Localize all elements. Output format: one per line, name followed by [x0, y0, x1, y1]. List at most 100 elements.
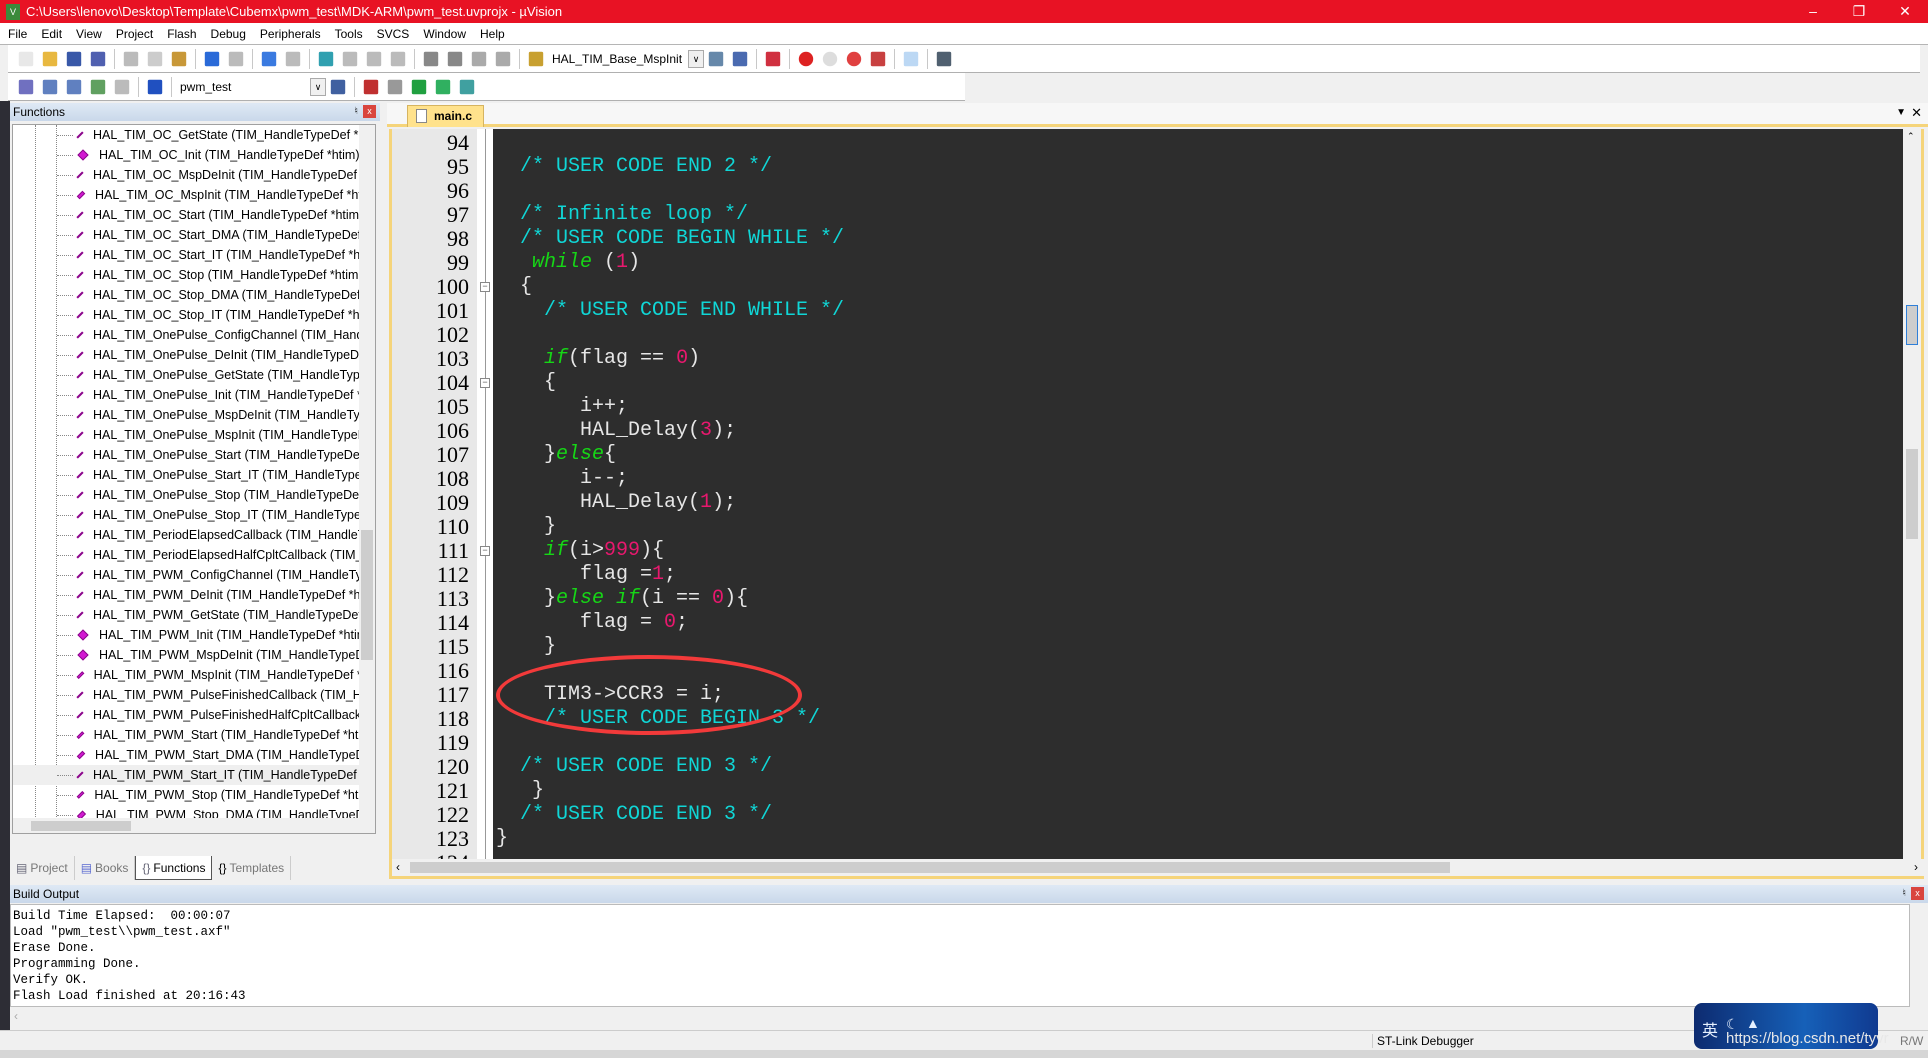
scroll-thumb[interactable]	[1906, 305, 1918, 345]
function-item[interactable]: HAL_TIM_OnePulse_Init (TIM_HandleTypeDef…	[13, 385, 375, 405]
configure-icon[interactable]	[936, 51, 952, 66]
manage-components-icon[interactable]	[387, 79, 403, 94]
function-item[interactable]: HAL_TIM_OnePulse_MspDeInit (TIM_HandleTy…	[13, 405, 375, 425]
function-item[interactable]: HAL_TIM_OnePulse_DeInit (TIM_HandleTypeD…	[13, 345, 375, 365]
redo-icon[interactable]	[228, 51, 244, 66]
comment-icon[interactable]	[471, 51, 487, 66]
restore-button[interactable]: ❐	[1836, 0, 1882, 23]
download-icon[interactable]	[147, 79, 163, 94]
menu-window[interactable]: Window	[423, 27, 466, 41]
scroll-right-icon[interactable]: ›	[1914, 860, 1918, 874]
tab-books[interactable]: ▤ Books	[75, 856, 136, 880]
new-file-icon[interactable]	[18, 51, 34, 66]
rebuild-icon[interactable]	[66, 79, 82, 94]
select-packs-icon[interactable]	[411, 79, 427, 94]
scroll-up-icon[interactable]: ⌃	[1907, 131, 1915, 142]
pack-installer-icon[interactable]	[435, 79, 451, 94]
function-item[interactable]: HAL_TIM_OnePulse_Stop_IT (TIM_HandleType…	[13, 505, 375, 525]
undo-icon[interactable]	[204, 51, 220, 66]
function-item[interactable]: HAL_TIM_OnePulse_Start (TIM_HandleTypeDe…	[13, 445, 375, 465]
cut-icon[interactable]	[123, 51, 139, 66]
function-item[interactable]: HAL_TIM_OC_Stop (TIM_HandleTypeDef *htim…	[13, 265, 375, 285]
disable-breakpoint-icon[interactable]	[822, 51, 838, 66]
menu-flash[interactable]: Flash	[167, 27, 196, 41]
function-item[interactable]: HAL_TIM_OC_MspInit (TIM_HandleTypeDef *h…	[13, 185, 375, 205]
function-item[interactable]: HAL_TIM_PWM_Stop (TIM_HandleTypeDef *hti…	[13, 785, 375, 805]
function-item[interactable]: HAL_TIM_OC_Start (TIM_HandleTypeDef *hti…	[13, 205, 375, 225]
menu-peripherals[interactable]: Peripherals	[260, 27, 321, 41]
indent-icon[interactable]	[423, 51, 439, 66]
function-item[interactable]: HAL_TIM_OnePulse_Stop (TIM_HandleTypeDef…	[13, 485, 375, 505]
output-horizontal-scrollbar[interactable]: ‹	[10, 1009, 1910, 1027]
menu-help[interactable]: Help	[480, 27, 505, 41]
find-combo[interactable]: HAL_TIM_Base_MspInit ∨	[548, 49, 705, 69]
function-item[interactable]: HAL_TIM_PWM_PulseFinishedHalfCpltCallbac…	[13, 705, 375, 725]
menu-edit[interactable]: Edit	[41, 27, 62, 41]
function-item[interactable]: HAL_TIM_PeriodElapsedHalfCpltCallback (T…	[13, 545, 375, 565]
code-area[interactable]: /* USER CODE END 2 */ /* Infinite loop *…	[493, 129, 1906, 859]
find-in-files-icon[interactable]	[528, 51, 544, 66]
fold-collapse-icon[interactable]: −	[480, 282, 490, 292]
close-tab-icon[interactable]: ✕	[1911, 105, 1922, 121]
clear-bookmarks-icon[interactable]	[390, 51, 406, 66]
incremental-find-icon[interactable]	[732, 51, 748, 66]
open-icon[interactable]	[42, 51, 58, 66]
nav-forward-icon[interactable]	[285, 51, 301, 66]
menu-svcs[interactable]: SVCS	[377, 27, 410, 41]
scroll-left-icon[interactable]: ‹	[396, 860, 400, 874]
function-item[interactable]: HAL_TIM_PeriodElapsedCallback (TIM_Handl…	[13, 525, 375, 545]
function-item[interactable]: HAL_TIM_OC_MspDeInit (TIM_HandleTypeDef …	[13, 165, 375, 185]
tab-templates[interactable]: {} Templates	[212, 856, 292, 880]
uncomment-icon[interactable]	[495, 51, 511, 66]
function-item[interactable]: HAL_TIM_OnePulse_ConfigChannel (TIM_Hand…	[13, 325, 375, 345]
breakpoint-icon[interactable]	[798, 51, 814, 66]
chevron-down-icon[interactable]: ∨	[310, 77, 326, 96]
function-item[interactable]: HAL_TIM_OC_Start_DMA (TIM_HandleTypeDef …	[13, 225, 375, 245]
tab-dropdown-icon[interactable]: ▼	[1896, 107, 1906, 118]
kill-breakpoints-icon[interactable]	[846, 51, 862, 66]
function-item[interactable]: HAL_TIM_PWM_Init (TIM_HandleTypeDef *hti…	[13, 625, 375, 645]
next-bookmark-icon[interactable]	[366, 51, 382, 66]
function-item[interactable]: HAL_TIM_OC_Stop_IT (TIM_HandleTypeDef *h…	[13, 305, 375, 325]
function-item[interactable]: HAL_TIM_OnePulse_GetState (TIM_HandleTyp…	[13, 365, 375, 385]
chevron-down-icon[interactable]: ∨	[688, 49, 705, 68]
build-icon[interactable]	[42, 79, 58, 94]
pin-icon[interactable]: ♮	[354, 103, 358, 121]
function-item[interactable]: HAL_TIM_PWM_Start_DMA (TIM_HandleTypeDef	[13, 745, 375, 765]
tree-vertical-scrollbar[interactable]	[359, 125, 375, 818]
save-all-icon[interactable]	[90, 51, 106, 66]
pin-icon[interactable]: ♮	[1902, 885, 1906, 903]
unindent-icon[interactable]	[447, 51, 463, 66]
menu-file[interactable]: File	[8, 27, 27, 41]
menu-tools[interactable]: Tools	[335, 27, 363, 41]
batch-build-icon[interactable]	[90, 79, 106, 94]
minimize-button[interactable]: –	[1790, 0, 1836, 23]
function-item[interactable]: HAL_TIM_PWM_GetState (TIM_HandleTypeDef …	[13, 605, 375, 625]
function-item[interactable]: HAL_TIM_PWM_Start_IT (TIM_HandleTypeDef …	[13, 765, 375, 785]
close-panel-icon[interactable]: x	[363, 105, 376, 118]
target-combo[interactable]: pwm_test ∨	[176, 77, 326, 97]
scroll-thumb[interactable]	[1906, 449, 1918, 539]
editor-vertical-scrollbar[interactable]: ⌃	[1903, 129, 1921, 859]
tab-functions[interactable]: {} Functions	[135, 856, 213, 880]
fold-collapse-icon[interactable]: −	[480, 378, 490, 388]
code-editor[interactable]: 94 95 96 97 98 99 100 101 102 103 104 105 106 107 108 1…	[389, 129, 1924, 879]
close-panel-icon[interactable]: x	[1911, 887, 1924, 900]
build-output-text[interactable]: Build Time Elapsed: 00:00:07 Load "pwm_te…	[10, 904, 1910, 1007]
save-icon[interactable]	[66, 51, 82, 66]
nav-back-icon[interactable]	[261, 51, 277, 66]
function-item[interactable]: HAL_TIM_OC_GetState (TIM_HandleTypeDef *…	[13, 125, 375, 145]
function-item[interactable]: HAL_TIM_PWM_PulseFinishedCallback (TIM_H…	[13, 685, 375, 705]
function-item[interactable]: HAL_TIM_PWM_Start (TIM_HandleTypeDef *ht…	[13, 725, 375, 745]
function-item[interactable]: HAL_TIM_PWM_ConfigChannel (TIM_HandleTyp…	[13, 565, 375, 585]
stop-build-icon[interactable]	[114, 79, 130, 94]
bookmark-icon[interactable]	[318, 51, 334, 66]
debug-session-icon[interactable]	[765, 51, 781, 66]
copy-icon[interactable]	[147, 51, 163, 66]
function-item[interactable]: HAL_TIM_OnePulse_Start_IT (TIM_HandleTyp…	[13, 465, 375, 485]
translate-icon[interactable]	[18, 79, 34, 94]
ime-widget[interactable]: 英 ☾ ▲ https://blog.csdn.net/tyvr	[1694, 1003, 1889, 1049]
scroll-thumb[interactable]	[31, 821, 131, 831]
fold-collapse-icon[interactable]: −	[480, 546, 490, 556]
rte-icon[interactable]	[459, 79, 475, 94]
